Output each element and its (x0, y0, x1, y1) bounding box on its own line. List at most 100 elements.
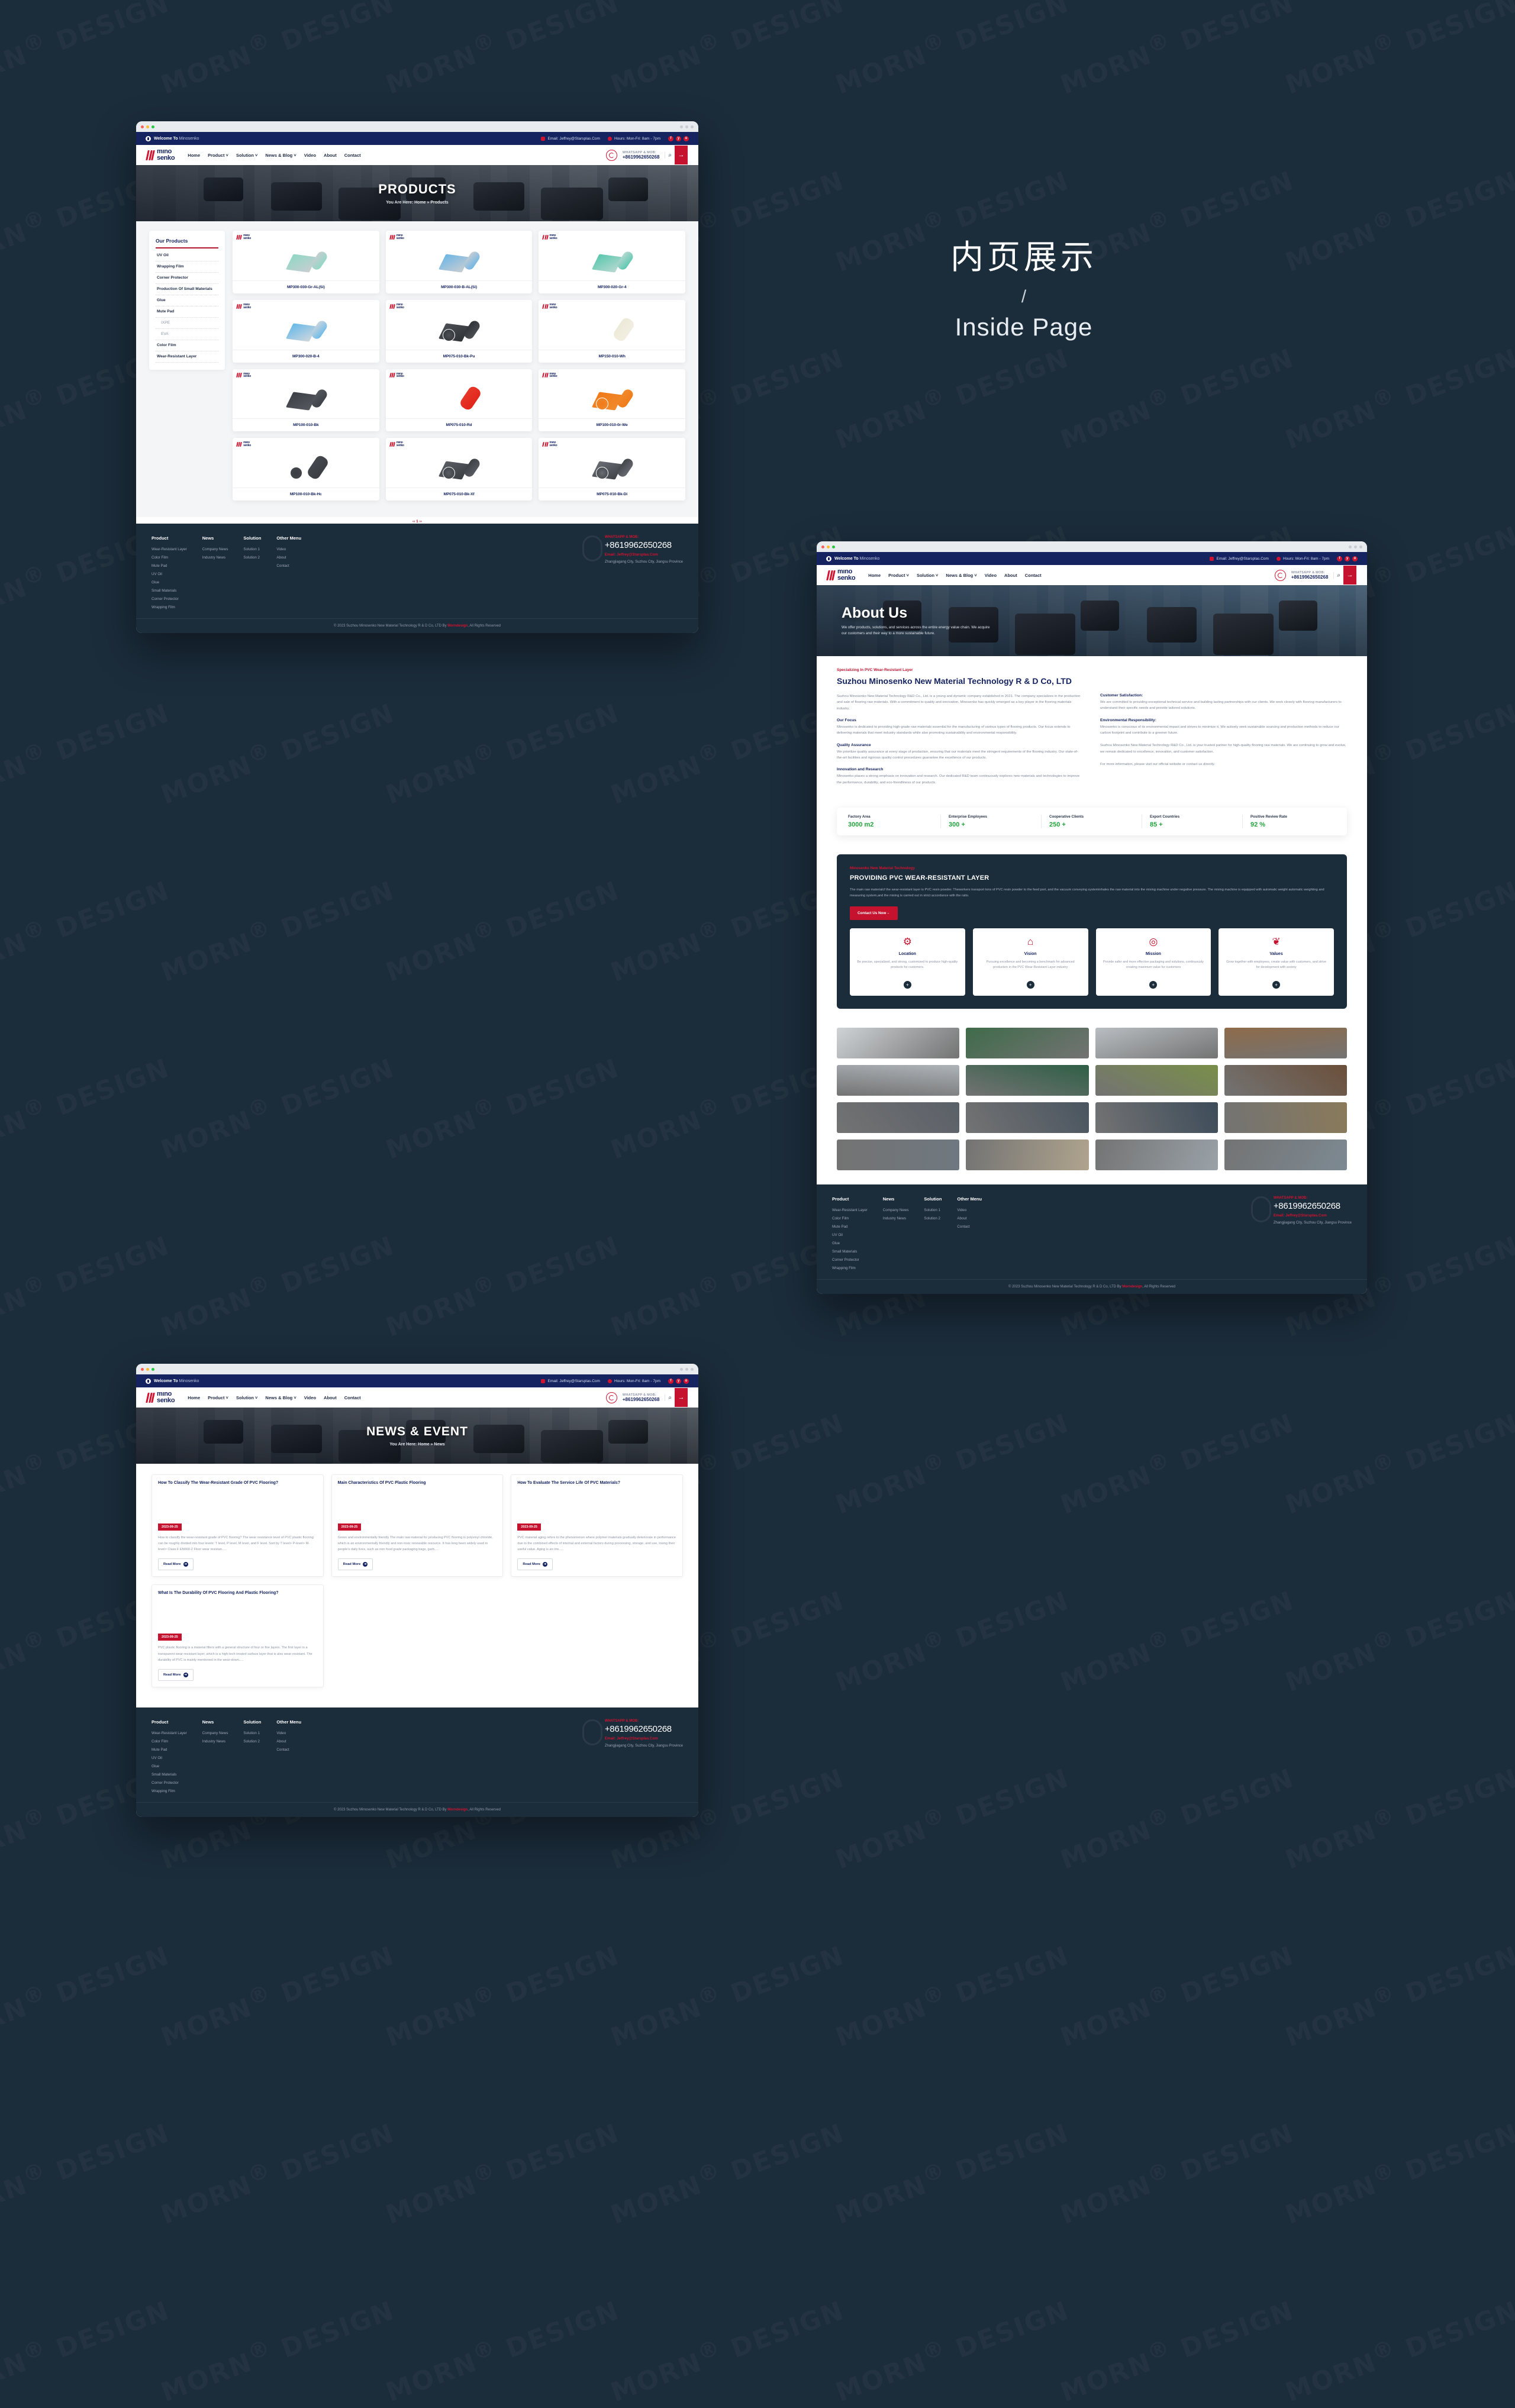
product-card[interactable]: mıno senko MP150-010-Wh (539, 299, 685, 363)
footer-link[interactable]: Mute Pad (152, 564, 187, 568)
gallery-image[interactable] (1224, 1027, 1347, 1058)
footer-link[interactable]: Wrapping Film (152, 1789, 187, 1793)
nav-item-product[interactable]: Product ˅ (208, 1395, 228, 1400)
search-icon[interactable]: ⌕ (1333, 572, 1343, 579)
gallery-image[interactable] (966, 1102, 1089, 1133)
other-social-icon[interactable]: o (684, 1378, 689, 1384)
sidebar-item-5[interactable]: Mute Pad (156, 306, 218, 318)
sidebar-item-9[interactable]: Wear-Resistant Layer (156, 351, 218, 363)
footer-link[interactable]: Corner Protector (832, 1258, 868, 1262)
gallery-image[interactable] (1224, 1064, 1347, 1096)
footer-phone[interactable]: +8619962650268 (605, 1724, 683, 1734)
copyright-link[interactable]: Morndesign (447, 624, 468, 628)
nav-item-solution[interactable]: Solution ˅ (917, 573, 938, 578)
nav-item-news[interactable]: News & Blog ˅ (265, 1395, 296, 1400)
nav-links[interactable]: Home Product ˅ Solution ˅ News & Blog ˅ … (188, 153, 360, 158)
facebook-icon[interactable]: f (1337, 556, 1342, 561)
news-card[interactable]: How To Classify The Wear-Resistant Grade… (152, 1474, 324, 1577)
other-social-icon[interactable]: o (1352, 556, 1358, 561)
footer-link[interactable]: Company News (883, 1208, 909, 1212)
facebook-icon[interactable]: f (668, 135, 673, 141)
gallery-image[interactable] (1224, 1139, 1347, 1170)
sidebar-item-1[interactable]: Wrapping Film (156, 262, 218, 273)
gallery-image[interactable] (1095, 1139, 1218, 1170)
footer-link[interactable]: Contact (276, 1748, 301, 1752)
footer-email[interactable]: Email: Jeffrey@Starsplas.Com (1274, 1213, 1352, 1218)
topbar-email[interactable]: Email: Jeffrey@Starsplas.Com (541, 1379, 600, 1383)
nav-phone-number[interactable]: +8619962650268 (1291, 574, 1329, 580)
sidebar-list[interactable]: UV Oil Wrapping Film Corner Protector Produ… (156, 250, 218, 363)
footer-email[interactable]: Email: Jeffrey@Starsplas.Com (605, 553, 683, 557)
footer-link[interactable]: Glue (152, 1764, 187, 1768)
nav-item-contact[interactable]: Contact (344, 1395, 361, 1400)
sidebar-item-0[interactable]: UV Oil (156, 250, 218, 262)
footer-link[interactable]: Corner Protector (152, 1781, 187, 1785)
youtube-icon[interactable]: y (676, 1378, 681, 1384)
nav-item-product[interactable]: Product ˅ (208, 153, 228, 158)
site-logo[interactable]: mıno senko (146, 149, 175, 162)
social-links[interactable]: f y o (668, 1378, 689, 1384)
footer-link[interactable]: Industry News (202, 1739, 228, 1744)
expand-icon[interactable]: + (1149, 980, 1158, 989)
nav-item-video[interactable]: Video (985, 573, 997, 578)
product-card[interactable]: mıno senko MP075-010-Bk-Xf (385, 438, 533, 501)
search-icon[interactable]: ⌕ (665, 151, 675, 159)
site-logo[interactable]: mıno senko (146, 1391, 175, 1404)
footer-link[interactable]: Solution 1 (924, 1208, 942, 1212)
product-card[interactable]: mıno senko MP075-010-Bk-Di (539, 438, 685, 501)
footer-link[interactable]: Company News (202, 547, 228, 551)
expand-icon[interactable]: + (1026, 980, 1034, 989)
product-card[interactable]: mıno senko MP100-010-0r-We (539, 369, 685, 432)
nav-cta-button[interactable]: → (1343, 566, 1356, 585)
social-links[interactable]: f y o (1337, 556, 1358, 561)
other-social-icon[interactable]: o (684, 135, 689, 141)
footer-link[interactable]: UV Oil (832, 1233, 868, 1237)
social-links[interactable]: f y o (668, 135, 689, 141)
footer-email[interactable]: Email: Jeffrey@Starsplas.Com (605, 1736, 683, 1741)
nav-item-home[interactable]: Home (188, 1395, 200, 1400)
product-card[interactable]: mıno senko MP300-030-Gr-AL(Si) (233, 231, 379, 293)
gallery-image[interactable] (837, 1102, 960, 1133)
pagination[interactable]: ‹‹ 1 ›› (136, 517, 698, 524)
footer-link[interactable]: Small Materials (832, 1250, 868, 1254)
footer-link[interactable]: Solution 2 (924, 1216, 942, 1221)
footer-link[interactable]: Solution 1 (243, 1731, 261, 1735)
nav-item-video[interactable]: Video (304, 153, 316, 158)
footer-link[interactable]: UV Oil (152, 572, 187, 576)
topbar-email[interactable]: Email: Jeffrey@Starsplas.Com (541, 136, 600, 141)
read-more-button[interactable]: Read More ➜ (517, 1558, 553, 1571)
footer-link[interactable]: Contact (957, 1225, 982, 1229)
footer-link[interactable]: Video (276, 1731, 301, 1735)
gallery-image[interactable] (837, 1064, 960, 1096)
product-card[interactable]: mıno senko MP100-010-Bk-Hc (233, 438, 379, 501)
footer-link[interactable]: Video (957, 1208, 982, 1212)
sidebar-item-3[interactable]: Production Of Small Materials (156, 284, 218, 295)
value-card[interactable]: ⌂ Vision Pursuing excellence and becomin… (972, 928, 1088, 996)
nav-item-solution[interactable]: Solution ˅ (236, 1395, 257, 1400)
read-more-button[interactable]: Read More ➜ (158, 1558, 194, 1571)
footer-link[interactable]: Color Film (832, 1216, 868, 1221)
read-more-button[interactable]: Read More ➜ (158, 1668, 194, 1681)
nav-item-solution[interactable]: Solution ˅ (236, 153, 257, 158)
footer-link[interactable]: Video (276, 547, 301, 551)
gallery-image[interactable] (837, 1139, 960, 1170)
news-card[interactable]: How To Evaluate The Service Life Of PVC … (511, 1474, 683, 1577)
gallery-image[interactable] (1095, 1064, 1218, 1096)
youtube-icon[interactable]: y (676, 135, 681, 141)
product-card[interactable]: mıno senko MP300-030-B-AL(Si) (385, 231, 533, 293)
footer-link[interactable]: Small Materials (152, 589, 187, 593)
nav-item-news[interactable]: News & Blog ˅ (265, 153, 296, 158)
nav-item-news[interactable]: News & Blog ˅ (946, 573, 976, 578)
product-card[interactable]: mıno senko MP300-020-Gr-4 (539, 231, 685, 293)
footer-link[interactable]: Color Film (152, 1739, 187, 1744)
footer-link[interactable]: Color Film (152, 556, 187, 560)
gallery-image[interactable] (1095, 1102, 1218, 1133)
footer-link[interactable]: Solution 2 (243, 1739, 261, 1744)
nav-phone-number[interactable]: +8619962650268 (623, 1397, 660, 1402)
gallery-image[interactable] (966, 1064, 1089, 1096)
sidebar-item-4[interactable]: Glue (156, 295, 218, 306)
nav-item-about[interactable]: About (324, 153, 337, 158)
product-card[interactable]: mıno senko MP100-010-Bk (233, 369, 379, 432)
product-card[interactable]: mıno senko MP075-010-Bk-Pu (385, 299, 533, 363)
nav-item-contact[interactable]: Contact (344, 153, 361, 158)
